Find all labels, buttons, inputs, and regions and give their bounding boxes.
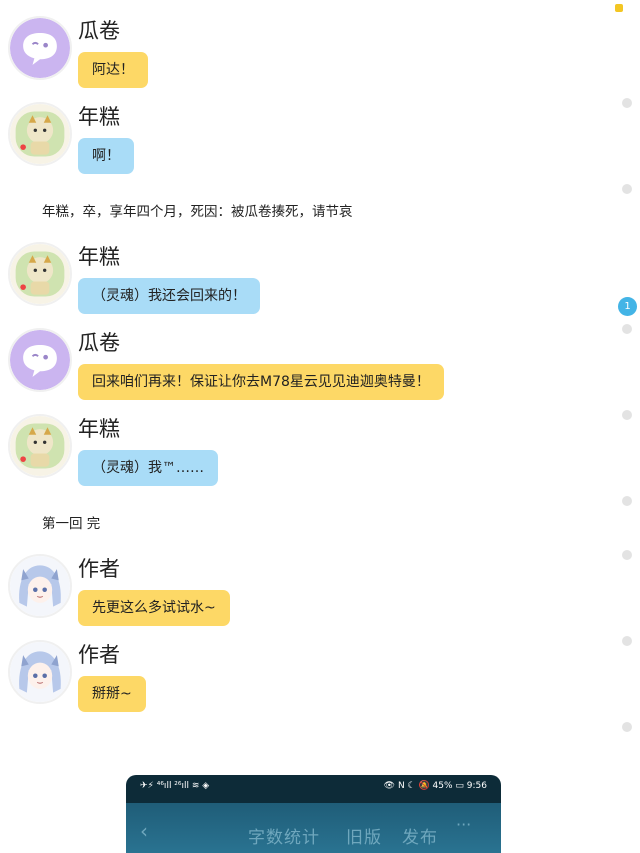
cat-avatar-icon — [10, 104, 70, 164]
avatar-guajuan[interactable] — [8, 16, 72, 80]
narration-text: 第一回 完 — [42, 516, 101, 532]
message-bubble[interactable]: 啊！ — [78, 138, 134, 174]
avatar-niangao[interactable] — [8, 102, 72, 166]
sender-name: 年糕 — [78, 105, 120, 129]
more-icon[interactable]: ··· — [456, 815, 471, 834]
publish-button[interactable]: 发布 — [402, 823, 438, 848]
avatar-author[interactable] — [8, 554, 72, 618]
back-arrow-icon[interactable]: ‹ — [140, 819, 148, 843]
message-bubble[interactable]: （灵魂）我™…… — [78, 450, 218, 486]
timeline-dot[interactable] — [622, 324, 632, 334]
avatar-niangao[interactable] — [8, 242, 72, 306]
sender-name: 瓜卷 — [78, 19, 120, 43]
sender-name: 年糕 — [78, 245, 120, 269]
message-bubble[interactable]: （灵魂）我还会回来的！ — [78, 278, 260, 314]
message-bubble[interactable]: 先更这么多试试水~ — [78, 590, 230, 626]
anime-girl-avatar-icon — [10, 642, 70, 702]
timeline-dot-badge[interactable]: 1 — [618, 297, 637, 316]
narration-text: 年糕，卒，享年四个月，死因：被瓜卷揍死，请节哀 — [42, 204, 353, 220]
phone-status-left: ✈⚡ ⁴⁶ıll ²⁶ıll ≋ ◈ — [140, 781, 210, 791]
embedded-phone-screenshot: ✈⚡ ⁴⁶ıll ²⁶ıll ≋ ◈ 👁 N ☾ 🔕 45% ▭ 9:56 ‹ … — [126, 775, 501, 853]
sender-name: 作者 — [78, 557, 120, 581]
phone-status-right: 👁 N ☾ 🔕 45% ▭ 9:56 — [383, 781, 487, 791]
old-version-button[interactable]: 旧版 — [346, 823, 382, 848]
cat-avatar-icon — [10, 416, 70, 476]
timeline-dot[interactable] — [622, 550, 632, 560]
timeline-dot[interactable] — [622, 722, 632, 732]
avatar-author[interactable] — [8, 640, 72, 704]
word-count-button[interactable]: 字数统计 — [248, 823, 320, 848]
sender-name: 瓜卷 — [78, 331, 120, 355]
timeline-dot[interactable] — [622, 98, 632, 108]
message-bubble[interactable]: 掰掰~ — [78, 676, 146, 712]
timeline-dot[interactable] — [622, 184, 632, 194]
timeline-dot[interactable] — [622, 410, 632, 420]
avatar-niangao[interactable] — [8, 414, 72, 478]
sender-name: 年糕 — [78, 417, 120, 441]
speech-bubble-avatar-icon — [10, 18, 70, 78]
message-bubble[interactable]: 回来咱们再来！保证让你去M78星云见见迪迦奥特曼！ — [78, 364, 444, 400]
cat-avatar-icon — [10, 244, 70, 304]
timeline-dot[interactable] — [622, 496, 632, 506]
sender-name: 作者 — [78, 643, 120, 667]
anime-girl-avatar-icon — [10, 556, 70, 616]
avatar-guajuan[interactable] — [8, 328, 72, 392]
timeline-dot[interactable] — [622, 636, 632, 646]
message-bubble[interactable]: 阿达！ — [78, 52, 148, 88]
corner-marker-icon — [615, 4, 623, 12]
speech-bubble-avatar-icon — [10, 330, 70, 390]
